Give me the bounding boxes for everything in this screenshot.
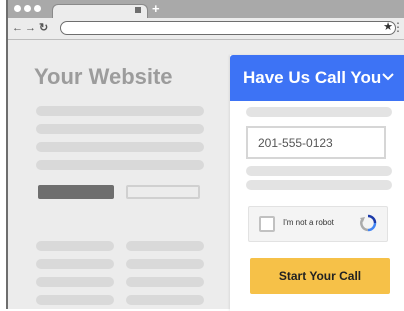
text-placeholder-line: [36, 160, 204, 170]
text-placeholder-line: [126, 241, 204, 251]
call-widget-title: Have Us Call You: [243, 68, 382, 87]
text-placeholder-line: [246, 180, 392, 190]
text-placeholder-line: [36, 106, 204, 116]
browser-window: + ← → ↻ ★ ⋮ Your Website Have Us Call Yo…: [6, 0, 404, 311]
website-page: Your Website Have Us Call You 201-555-01…: [8, 40, 404, 311]
start-call-button[interactable]: Start Your Call: [250, 258, 390, 294]
back-arrow-icon[interactable]: ←: [12, 21, 23, 35]
text-placeholder-line: [36, 295, 114, 305]
call-widget: Have Us Call You I'm not a robot: [230, 55, 404, 311]
title-bar: +: [8, 0, 404, 18]
text-placeholder-line: [126, 277, 204, 287]
reload-icon[interactable]: ↻: [39, 21, 48, 35]
recaptcha-checkbox[interactable]: [259, 216, 275, 232]
new-tab-button[interactable]: +: [152, 2, 160, 16]
window-close-dot[interactable]: [14, 5, 21, 12]
call-widget-header[interactable]: Have Us Call You: [230, 55, 404, 101]
text-placeholder-line: [246, 166, 392, 176]
browser-tab[interactable]: [52, 4, 148, 18]
text-placeholder-line: [36, 124, 204, 134]
recaptcha-label: I'm not a robot: [283, 218, 334, 227]
text-placeholder-line: [126, 259, 204, 269]
window-maximize-dot[interactable]: [34, 5, 41, 12]
placeholder-primary-button[interactable]: [38, 185, 114, 199]
text-placeholder-line: [246, 107, 392, 117]
tab-close-icon[interactable]: [135, 7, 141, 13]
chevron-down-icon[interactable]: [381, 69, 395, 85]
text-placeholder-line: [36, 259, 114, 269]
browser-toolbar: ← → ↻ ★ ⋮: [8, 18, 404, 40]
text-placeholder-line: [36, 241, 114, 251]
recaptcha-box: I'm not a robot: [248, 206, 388, 242]
phone-number-input[interactable]: [246, 126, 386, 159]
text-placeholder-line: [36, 142, 204, 152]
browser-menu-icon[interactable]: ⋮: [392, 20, 404, 34]
page-title: Your Website: [34, 64, 173, 89]
address-bar[interactable]: ★: [60, 21, 396, 35]
placeholder-secondary-button[interactable]: [126, 185, 200, 199]
window-minimize-dot[interactable]: [24, 5, 31, 12]
recaptcha-logo-icon: [359, 214, 377, 232]
forward-arrow-icon[interactable]: →: [25, 21, 36, 35]
text-placeholder-line: [126, 295, 204, 305]
text-placeholder-line: [36, 277, 114, 287]
